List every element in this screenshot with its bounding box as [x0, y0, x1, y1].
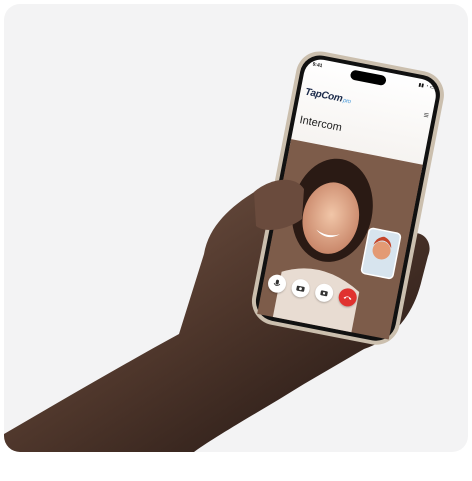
section-title: Intercom: [298, 114, 343, 135]
status-icons: ▮▮ ◔ ▭: [417, 82, 435, 92]
brand-suffix: pro: [342, 97, 352, 106]
brand-name: TapCom: [304, 86, 344, 105]
hamburger-menu-icon[interactable]: ≡: [423, 110, 430, 121]
call-controls: [266, 271, 388, 315]
camera-icon[interactable]: [290, 277, 312, 299]
microphone-icon[interactable]: [266, 273, 288, 295]
door-icon[interactable]: [313, 282, 335, 304]
status-time: 9:41: [311, 61, 323, 70]
brand-logo: TapCompro: [304, 87, 352, 107]
end-call-icon[interactable]: [337, 286, 359, 308]
